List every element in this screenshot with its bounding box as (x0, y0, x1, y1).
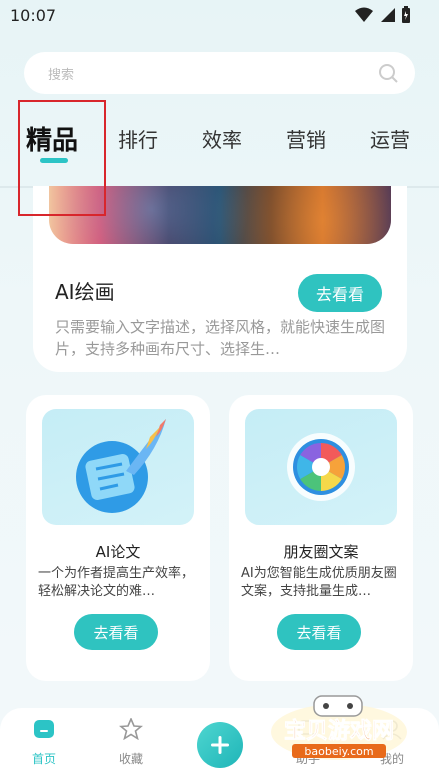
star-icon (118, 716, 144, 741)
tab-ranking[interactable]: 排行 (118, 124, 158, 153)
add-button[interactable] (197, 722, 243, 768)
home-icon (34, 720, 54, 738)
svg-text:baobeiy.com: baobeiy.com (304, 745, 373, 758)
signal-icon (381, 8, 395, 22)
nav-home-label: 首页 (31, 752, 56, 766)
search-icon[interactable] (377, 62, 399, 84)
nav-favorites[interactable]: 收藏 (101, 716, 161, 767)
status-bar: 10:07 (0, 0, 439, 30)
featured-view-button[interactable]: 去看看 (298, 274, 382, 312)
card-ai-paper-thumbnail (42, 409, 194, 525)
search-bar[interactable]: 搜索 (24, 52, 415, 94)
camera-aperture-icon (287, 433, 355, 501)
card-ai-paper-view-button[interactable]: 去看看 (74, 614, 158, 650)
nav-home[interactable]: 首页 (14, 718, 74, 767)
card-moments-copy-view-button[interactable]: 去看看 (277, 614, 361, 650)
status-time: 10:07 (10, 6, 57, 25)
card-moments-copy-title: 朋友圈文案 (283, 543, 359, 561)
card-ai-paper-title: AI论文 (95, 543, 141, 561)
card-moments-copy[interactable]: 朋友圈文案 AI为您智能生成优质朋友圈文案，支持批量生成… 去看看 (229, 395, 413, 681)
card-ai-paper-description: 一个为作者提高生产效率，轻松解决论文的难… (38, 566, 195, 599)
watermark-logo: 宝贝游戏网 baobeiy.com (264, 692, 414, 762)
card-moments-copy-thumbnail (245, 409, 397, 525)
highlight-annotation-box (18, 100, 106, 216)
card-ai-paper[interactable]: AI论文 一个为作者提高生产效率，轻松解决论文的难… 去看看 (26, 395, 210, 681)
tab-operations[interactable]: 运营 (370, 124, 410, 153)
featured-card-title: AI绘画 (55, 280, 115, 304)
nav-favorites-label: 收藏 (118, 752, 143, 766)
featured-card-description: 只需要输入文字描述，选择风格，就能快速生成图片，支持多种画布尺寸、选择生… (55, 318, 385, 358)
tab-marketing[interactable]: 营销 (286, 124, 326, 153)
wifi-icon (355, 7, 373, 22)
card-moments-copy-description: AI为您智能生成优质朋友圈文案，支持批量生成… (241, 566, 397, 599)
tab-efficiency[interactable]: 效率 (202, 124, 242, 153)
plus-icon (211, 736, 229, 754)
svg-text:宝贝游戏网: 宝贝游戏网 (284, 718, 394, 744)
status-icons (355, 6, 411, 24)
search-placeholder: 搜索 (48, 68, 75, 83)
quill-document-icon (76, 419, 166, 513)
battery-icon (402, 6, 410, 23)
